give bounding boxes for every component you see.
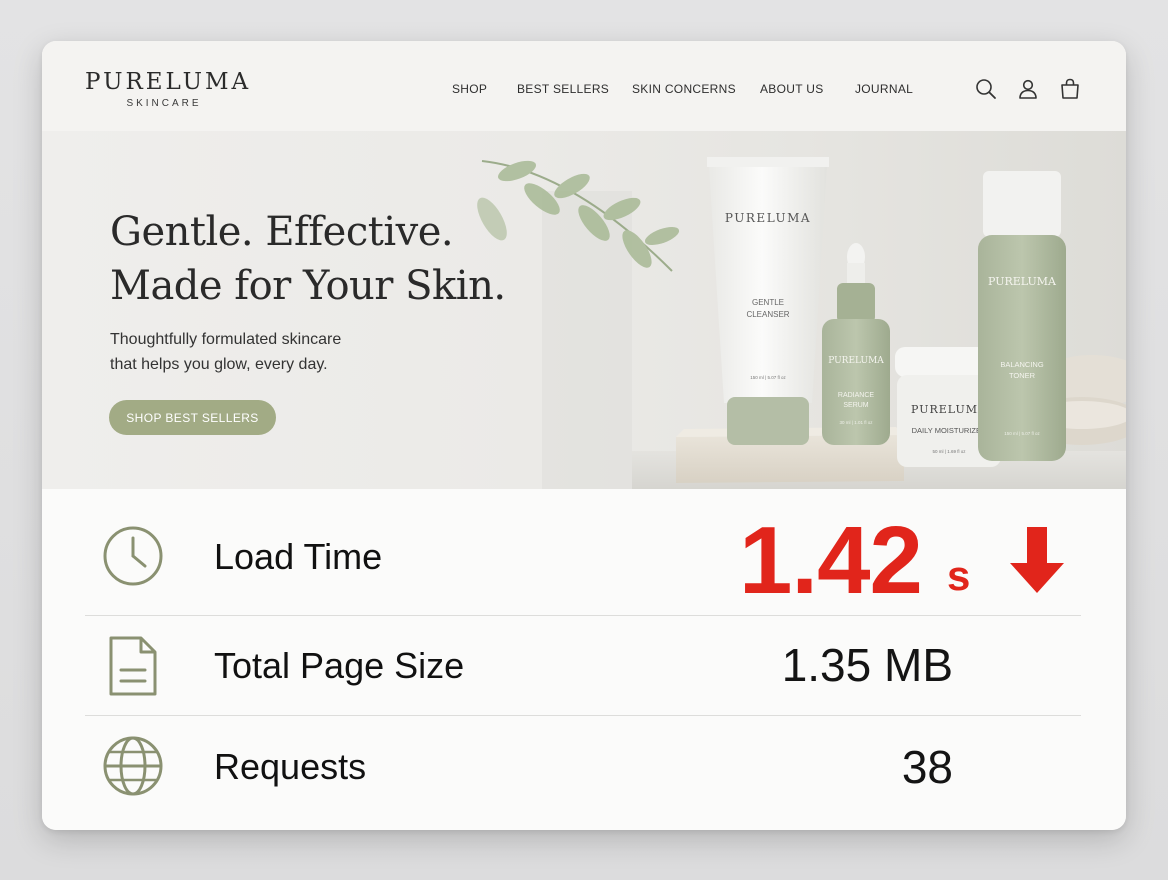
- svg-text:50 ml | 1.69 fl oz: 50 ml | 1.69 fl oz: [933, 449, 967, 454]
- brand-tagline: SKINCARE: [126, 98, 202, 109]
- load-time-value: 1.42: [739, 507, 923, 614]
- svg-text:SERUM: SERUM: [843, 402, 868, 409]
- brand-logo[interactable]: PURELUMA SKINCARE: [85, 68, 252, 109]
- hero-subtitle-line-2: that helps you glow, every day.: [110, 356, 328, 373]
- load-time-label: Load Time: [214, 536, 383, 577]
- globe-icon: [103, 736, 163, 796]
- website-preview-card: PURELUMA SKINCARE SHOP BEST SELLERS SKIN…: [42, 41, 1126, 830]
- page-size-value: 1.35 MB: [781, 639, 953, 691]
- svg-text:DAILY MOISTURIZER: DAILY MOISTURIZER: [912, 426, 987, 435]
- hero-subtitle-line-1: Thoughtfully formulated skincare: [110, 331, 342, 348]
- document-icon: [109, 636, 157, 696]
- clock-icon: [103, 526, 163, 586]
- nav-item-shop[interactable]: SHOP: [452, 82, 487, 96]
- page-size-label: Total Page Size: [214, 645, 465, 686]
- svg-text:150 ml | 5.07 fl oz: 150 ml | 5.07 fl oz: [1004, 431, 1040, 436]
- site-header: PURELUMA SKINCARE SHOP BEST SELLERS SKIN…: [42, 41, 1126, 131]
- requests-value: 38: [901, 741, 953, 793]
- svg-text:150 ml | 5.07 fl oz: 150 ml | 5.07 fl oz: [750, 375, 786, 380]
- search-icon[interactable]: [974, 77, 998, 101]
- product-lineup-image: PURELUMA GENTLE CLEANSER 150 ml | 5.07 f…: [477, 157, 1126, 489]
- svg-text:PURELUMA: PURELUMA: [911, 403, 987, 416]
- svg-text:30 ml | 1.01 fl oz: 30 ml | 1.01 fl oz: [840, 420, 874, 425]
- svg-text:GENTLE: GENTLE: [752, 298, 784, 307]
- svg-text:PURELUMA: PURELUMA: [828, 356, 884, 366]
- nav-item-best-sellers[interactable]: BEST SELLERS: [517, 82, 609, 96]
- serum-bottle: PURELUMA RADIANCE SERUM 30 ml | 1.01 fl …: [822, 243, 890, 445]
- shop-best-sellers-button[interactable]: SHOP BEST SELLERS: [109, 400, 276, 435]
- down-arrow-icon: [1010, 527, 1064, 593]
- nav-item-skin-concerns[interactable]: SKIN CONCERNS: [632, 82, 736, 96]
- svg-text:PURELUMA: PURELUMA: [725, 211, 811, 225]
- svg-text:BALANCING: BALANCING: [1000, 360, 1044, 369]
- metric-row-load-time: Load Time 1.42 s: [42, 489, 1126, 615]
- account-icon[interactable]: [1016, 77, 1040, 101]
- svg-text:RADIANCE: RADIANCE: [838, 392, 875, 399]
- nav-item-about-us[interactable]: ABOUT US: [760, 82, 824, 96]
- toner-bottle: PURELUMA BALANCING TONER 150 ml | 5.07 f…: [978, 171, 1066, 461]
- metric-row-requests: Requests 38: [42, 716, 1126, 830]
- requests-label: Requests: [214, 746, 367, 787]
- hero-banner: Gentle. Effective. Made for Your Skin. T…: [42, 131, 1126, 489]
- cleanser-tube: PURELUMA GENTLE CLEANSER 150 ml | 5.07 f…: [707, 157, 829, 445]
- metric-row-page-size: Total Page Size 1.35 MB: [42, 616, 1126, 715]
- svg-text:CLEANSER: CLEANSER: [746, 310, 789, 319]
- performance-metrics-panel: Load Time 1.42 s Total Page Size 1.35 MB: [42, 489, 1126, 830]
- hero-subtitle: Thoughtfully formulated skincare that he…: [110, 327, 341, 377]
- shopping-bag-icon[interactable]: [1058, 77, 1082, 101]
- brand-name: PURELUMA: [85, 69, 252, 95]
- load-time-unit: s: [947, 552, 971, 599]
- svg-text:TONER: TONER: [1009, 371, 1036, 380]
- svg-text:PURELUMA: PURELUMA: [988, 275, 1057, 288]
- nav-item-journal[interactable]: JOURNAL: [855, 82, 913, 96]
